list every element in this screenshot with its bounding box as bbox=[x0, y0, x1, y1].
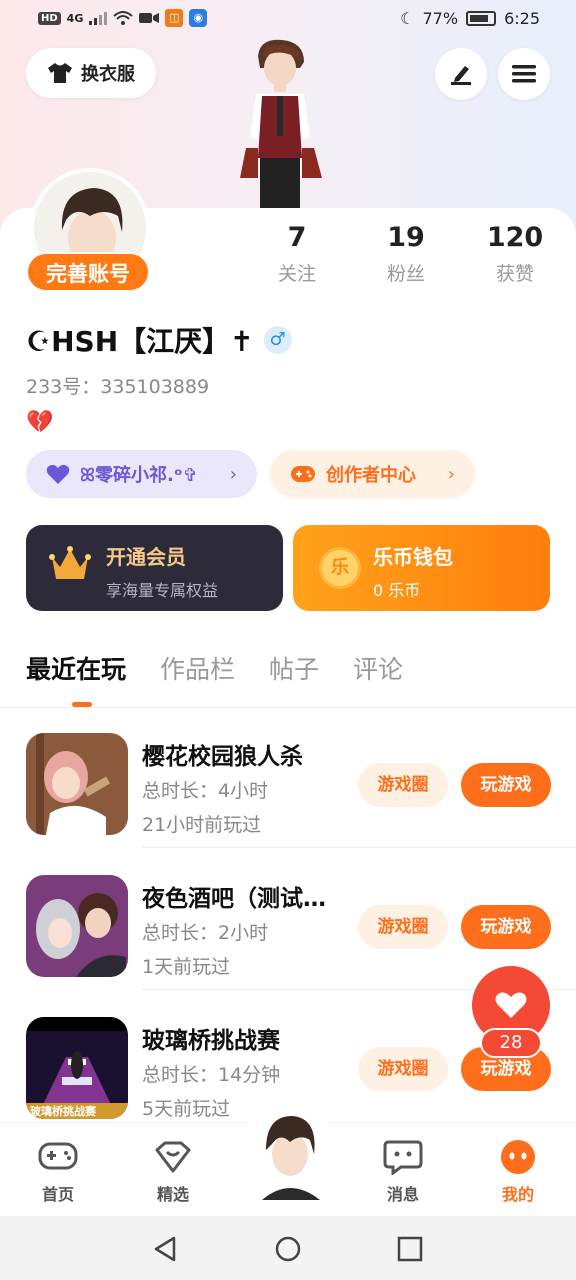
system-navigation-bar bbox=[0, 1216, 576, 1280]
likes-count: 120 bbox=[486, 222, 544, 253]
avatar-character-image[interactable] bbox=[230, 38, 330, 208]
vip-subtitle: 享海量专属权益 bbox=[106, 581, 219, 600]
nav-featured-label: 精选 bbox=[156, 1185, 189, 1204]
hd-indicator: HD bbox=[38, 11, 61, 25]
male-gender-icon: ♂ bbox=[263, 326, 292, 354]
following-count: 7 bbox=[287, 222, 307, 253]
game-row[interactable]: 樱花校园狼人杀 总时长：4小时 21小时前玩过 游戏圈 玩游戏 bbox=[0, 708, 576, 848]
username-row: ☪HSH【江厌】✝ ♂ bbox=[26, 320, 292, 360]
game-circle-button[interactable]: 游戏圈 bbox=[358, 1047, 448, 1091]
nav-messages-label: 消息 bbox=[386, 1185, 419, 1204]
game-duration: 总时长：2小时 bbox=[142, 922, 269, 944]
game-icon[interactable] bbox=[26, 733, 128, 835]
edit-button[interactable] bbox=[435, 48, 487, 100]
battery-percent: 77% bbox=[422, 9, 459, 28]
app-notification-icon: ◫ bbox=[165, 9, 184, 27]
complete-account-button[interactable]: 完善账号 bbox=[26, 252, 150, 292]
crown-icon bbox=[49, 546, 91, 579]
game-duration: 总时长：4小时 bbox=[142, 780, 269, 802]
nav-avatar-image bbox=[262, 1116, 320, 1200]
following-label: 关注 bbox=[277, 263, 316, 285]
tab-posts[interactable]: 帖子 bbox=[269, 650, 319, 686]
home-circle-icon[interactable] bbox=[275, 1236, 301, 1262]
signal-icon bbox=[89, 12, 108, 25]
game-name: 樱花校园狼人杀 bbox=[142, 744, 303, 770]
game-last-played: 21小时前玩过 bbox=[142, 814, 262, 836]
game-icon-caption: 玻璃桥挑战赛 bbox=[30, 1105, 96, 1118]
video-icon bbox=[139, 13, 160, 23]
nav-home-label: 首页 bbox=[41, 1185, 74, 1204]
status-bar: HD 4G ◫ ◉ ☾ 77% 6:25 bbox=[0, 0, 576, 40]
play-game-button[interactable]: 玩游戏 bbox=[461, 763, 551, 807]
moon-icon: ☾ bbox=[400, 9, 415, 28]
followers-label: 粉丝 bbox=[386, 263, 425, 285]
nav-me[interactable]: 我的 bbox=[478, 1137, 558, 1205]
game-row[interactable]: 夜色酒吧（测试… 总时长：2小时 1天前玩过 游戏圈 玩游戏 bbox=[0, 850, 576, 990]
clock: 6:25 bbox=[504, 9, 540, 28]
game-last-played: 1天前玩过 bbox=[142, 956, 231, 978]
bulb-notification-icon: ◉ bbox=[189, 9, 208, 27]
nav-me-label: 我的 bbox=[501, 1185, 534, 1204]
game-last-played: 5天前玩过 bbox=[142, 1098, 231, 1120]
menu-icon bbox=[512, 65, 536, 83]
gem-heart-icon bbox=[155, 1141, 191, 1173]
gamepad-icon bbox=[38, 1142, 78, 1170]
username: ☪HSH【江厌】✝ bbox=[26, 325, 254, 358]
likes-stat[interactable]: 120 获赞 bbox=[475, 222, 555, 286]
game-circle-button[interactable]: 游戏圈 bbox=[358, 763, 448, 807]
guild-label: ꕤ零碎小祁.ᵒ✞ bbox=[80, 465, 198, 486]
coin-icon: 乐 bbox=[319, 547, 361, 589]
wallet-balance: 0 乐币 bbox=[373, 581, 421, 600]
tab-recently-played[interactable]: 最近在玩 bbox=[26, 650, 126, 686]
followers-stat[interactable]: 19 粉丝 bbox=[366, 222, 446, 286]
tab-works[interactable]: 作品栏 bbox=[160, 650, 235, 686]
network-indicator: 4G bbox=[66, 11, 84, 25]
game-thumbnail bbox=[26, 733, 128, 835]
game-circle-button[interactable]: 游戏圈 bbox=[358, 905, 448, 949]
nav-home[interactable]: 首页 bbox=[18, 1137, 98, 1205]
game-duration: 总时长：14分钟 bbox=[142, 1064, 281, 1086]
tab-comments[interactable]: 评论 bbox=[353, 650, 403, 686]
game-icon[interactable]: 玻璃桥挑战赛 bbox=[26, 1017, 128, 1119]
back-icon[interactable] bbox=[152, 1236, 178, 1262]
menu-button[interactable] bbox=[498, 48, 550, 100]
purple-heart-icon bbox=[46, 464, 70, 484]
wallet-title: 乐币钱包 bbox=[373, 545, 453, 569]
profile-tabs: 最近在玩 作品栏 帖子 评论 bbox=[26, 650, 403, 686]
game-thumbnail bbox=[26, 875, 128, 977]
change-outfit-label: 换衣服 bbox=[81, 64, 135, 85]
game-icon[interactable] bbox=[26, 875, 128, 977]
guild-pill[interactable]: ꕤ零碎小祁.ᵒ✞ › bbox=[26, 450, 257, 498]
gamepad-icon bbox=[291, 466, 315, 482]
creator-center-label: 创作者中心 bbox=[326, 465, 416, 486]
nav-messages[interactable]: 消息 bbox=[363, 1137, 443, 1205]
vip-card[interactable]: 开通会员 享海量专属权益 bbox=[26, 525, 283, 611]
chevron-right-icon: › bbox=[447, 463, 455, 485]
battery-icon bbox=[466, 11, 497, 26]
row-divider bbox=[142, 847, 576, 848]
like-count: 28 bbox=[480, 1028, 542, 1058]
recents-square-icon[interactable] bbox=[397, 1236, 423, 1262]
face-icon bbox=[501, 1140, 535, 1174]
edit-icon bbox=[451, 66, 471, 85]
wifi-icon bbox=[113, 11, 134, 25]
followers-count: 19 bbox=[387, 222, 425, 253]
change-outfit-button[interactable]: 换衣服 bbox=[26, 48, 156, 98]
vip-title: 开通会员 bbox=[106, 545, 186, 569]
creator-center-pill[interactable]: 创作者中心 › bbox=[270, 450, 475, 498]
chat-bubble-icon bbox=[383, 1140, 423, 1175]
likes-label: 获赞 bbox=[495, 263, 534, 285]
game-name: 夜色酒吧（测试… bbox=[142, 886, 326, 912]
play-game-button[interactable]: 玩游戏 bbox=[461, 905, 551, 949]
game-name: 玻璃桥挑战赛 bbox=[142, 1028, 280, 1054]
wallet-card[interactable]: 乐 乐币钱包 0 乐币 bbox=[293, 525, 550, 611]
tshirt-icon bbox=[48, 63, 72, 83]
heart-icon bbox=[495, 992, 527, 1018]
following-stat[interactable]: 7 关注 bbox=[257, 222, 337, 286]
broken-heart-icon: 💔 bbox=[26, 410, 54, 435]
chevron-right-icon: › bbox=[229, 463, 237, 485]
nav-avatar-button[interactable] bbox=[250, 1110, 328, 1200]
user-id[interactable]: 233号：335103889 bbox=[26, 372, 209, 399]
nav-featured[interactable]: 精选 bbox=[133, 1137, 213, 1205]
